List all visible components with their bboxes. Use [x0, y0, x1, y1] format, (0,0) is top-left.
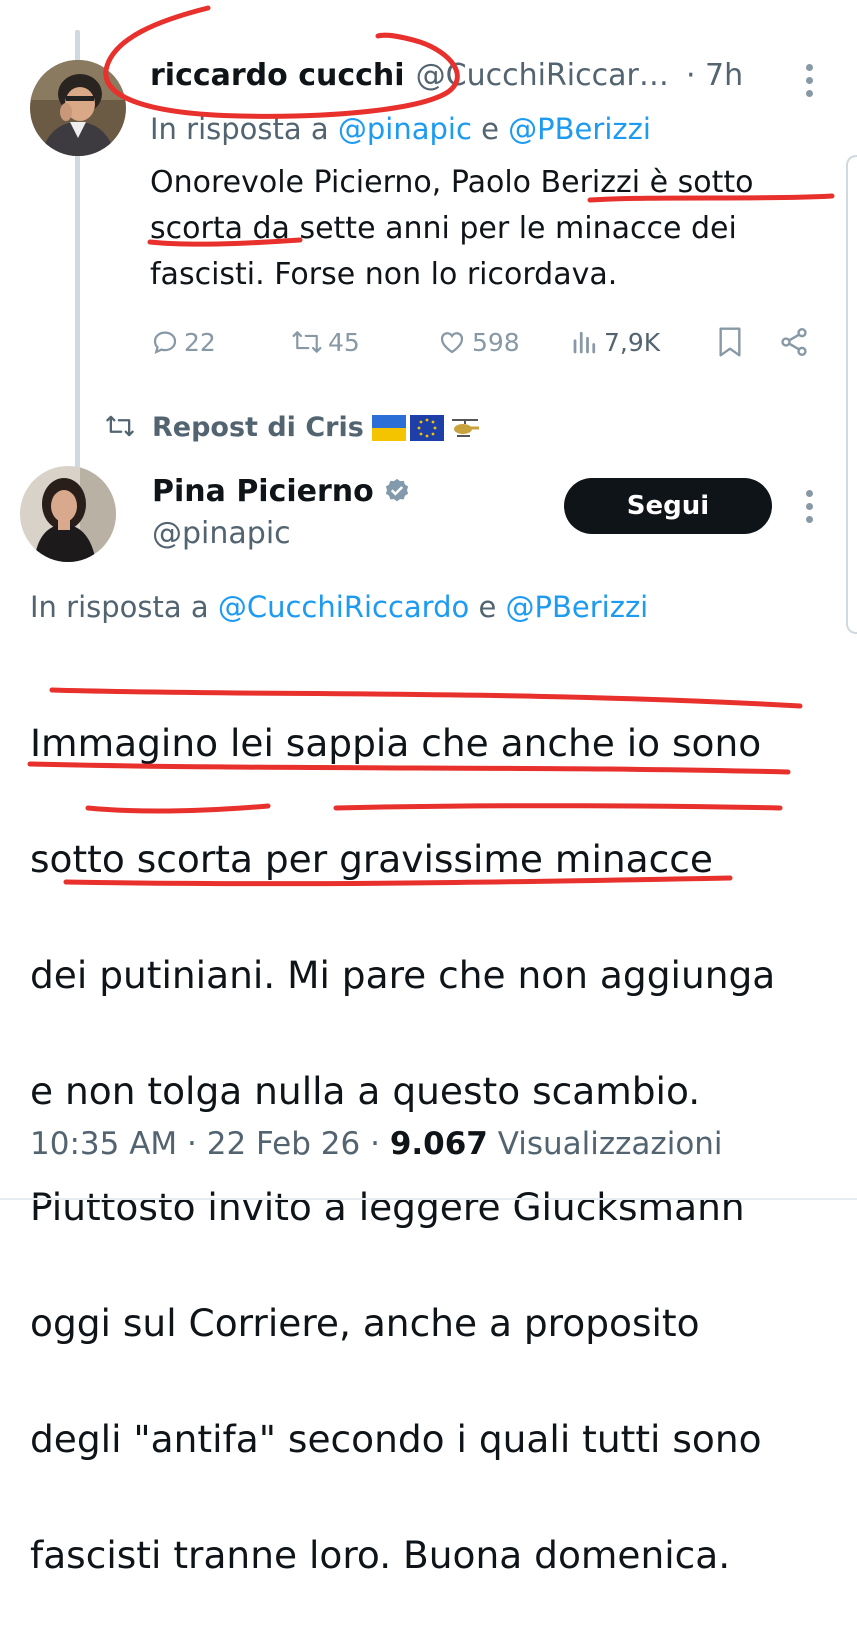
mention-link[interactable]: @PBerizzi [506, 590, 649, 624]
reply-count: 22 [184, 327, 216, 357]
tweet1-time[interactable]: · 7h [686, 58, 743, 93]
tweet2-text-line: degli "antifa" secondo i quali tutti son… [30, 1417, 762, 1461]
like-count: 598 [472, 327, 520, 357]
tweet1-reply-context: In risposta a @pinapic e @PBerizzi [150, 112, 651, 146]
tweet1-text-line: Onorevole Picierno, Paolo Berizzi è sott… [150, 165, 754, 200]
repost-button[interactable]: 45 [290, 322, 360, 362]
flag-eu-icon [409, 414, 444, 441]
tweet2-text-line: e non tolga nulla a questo scambio. [30, 1069, 701, 1113]
tweet2-header: Pina Picierno [152, 474, 412, 509]
avatar-pina-picierno[interactable] [20, 466, 116, 562]
tweet2-text-line: Piuttosto invito a leggere Glucksmann [30, 1185, 745, 1229]
tweet2-text-line: Immagino lei sappia che anche io sono [30, 721, 762, 765]
mention-link[interactable]: @pinapic [338, 112, 472, 146]
tweet2-views-label[interactable]: Visualizzazioni [498, 1126, 723, 1162]
share-icon [781, 328, 807, 356]
tweet1-text-line: scorta da sette anni per le minacce dei [150, 211, 737, 246]
mention-link[interactable]: @PBerizzi [508, 112, 651, 146]
bookmark-button[interactable] [716, 322, 744, 362]
repost-label: Repost di Cris [152, 412, 364, 443]
tweet1-more-icon[interactable] [806, 64, 816, 103]
tweet1-display-name[interactable]: riccardo cucchi [150, 58, 405, 93]
tweet2-text-line: dei putiniani. Mi pare che non aggiunga [30, 953, 776, 997]
reply-prefix: In risposta a [150, 112, 329, 146]
repost-count: 45 [328, 327, 360, 357]
tweet1-handle[interactable]: @CucchiRiccar… [416, 58, 669, 93]
repost-indicator[interactable]: Repost di Cris [152, 412, 482, 443]
bookmark-icon [719, 327, 741, 357]
tweet2-date[interactable]: 22 Feb 26 [207, 1126, 361, 1162]
like-button[interactable]: 598 [436, 322, 520, 362]
tweet2-display-name[interactable]: Pina Picierno [152, 474, 374, 509]
tweet2-views-count: 9.067 [389, 1126, 488, 1162]
views-button[interactable]: 7,9K [570, 322, 660, 362]
tweet2-text-line: fascisti tranne loro. Buona domenica. [30, 1533, 731, 1577]
views-count: 7,9K [604, 327, 661, 357]
flag-ukraine-icon [371, 414, 406, 441]
repost-icon [292, 331, 322, 353]
mention-link[interactable]: @CucchiRiccardo [218, 590, 469, 624]
like-icon [440, 332, 464, 354]
share-button[interactable] [778, 322, 810, 362]
helicopter-icon [451, 418, 479, 437]
tweet2-time[interactable]: 10:35 AM [30, 1126, 177, 1162]
reply-prefix: In risposta a [30, 590, 209, 624]
tweet1-text-line: fascisti. Forse non lo ricordava. [150, 257, 618, 292]
tweet2-reply-context: In risposta a @CucchiRiccardo e @PBerizz… [30, 590, 648, 624]
tweet1-text: Onorevole Picierno, Paolo Berizzi è sott… [150, 160, 830, 298]
reply-button[interactable]: 22 [150, 322, 216, 362]
tweet1-header: riccardo cucchi @CucchiRiccar… · 7h [150, 58, 743, 93]
avatar-riccardo-cucchi[interactable] [30, 60, 126, 156]
tweet2-handle[interactable]: @pinapic [152, 516, 291, 551]
tweet2-meta: 10:35 AM · 22 Feb 26 · 9.067 Visualizzaz… [30, 1126, 723, 1162]
tweet2-text-line: oggi sul Corriere, anche a proposito [30, 1301, 700, 1345]
tweet2-more-icon[interactable] [806, 490, 816, 529]
avatar-image [20, 466, 116, 562]
verified-badge-icon [385, 478, 408, 501]
views-icon [573, 331, 596, 354]
repost-indicator-icon [104, 412, 136, 444]
tweet2-text-line: sotto scorta per gravissime minacce [30, 837, 713, 881]
scrollbar[interactable] [846, 155, 857, 634]
avatar-image [30, 60, 126, 156]
reply-icon [153, 331, 177, 354]
follow-button[interactable]: Segui [564, 478, 772, 534]
reply-and: e [478, 590, 497, 624]
reply-and: e [481, 112, 499, 146]
